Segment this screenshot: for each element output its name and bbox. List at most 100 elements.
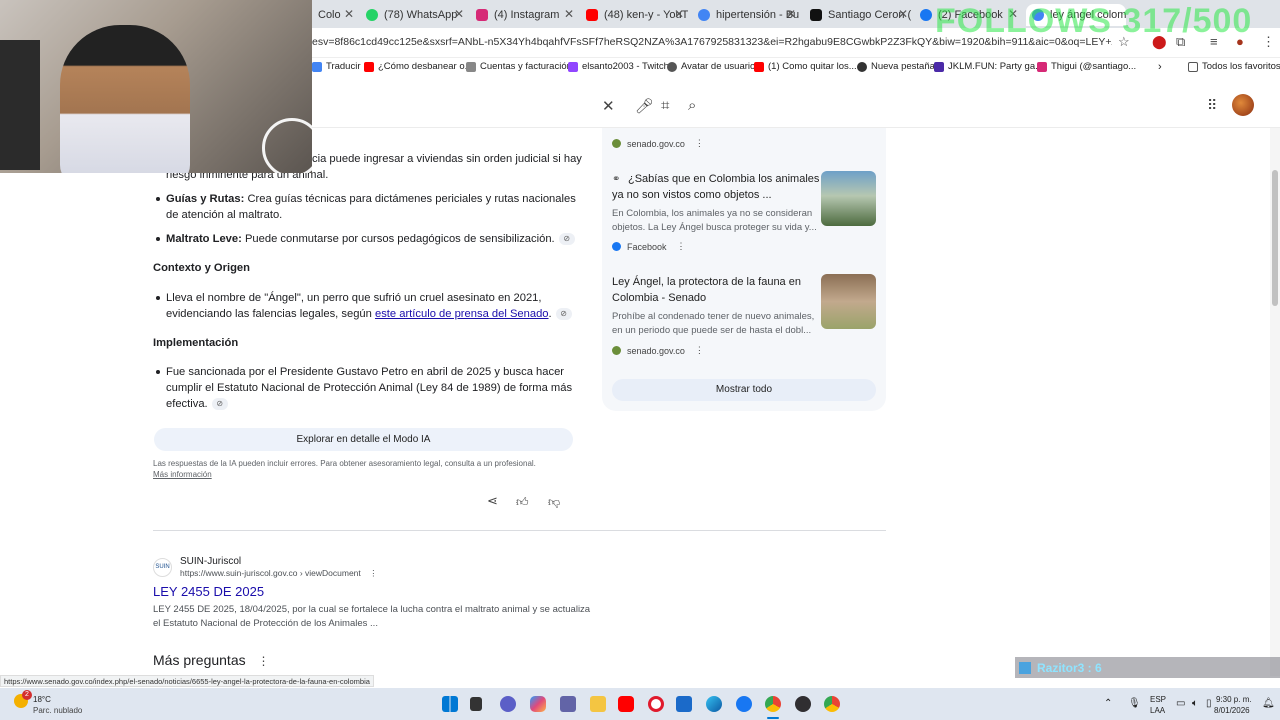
search-icon[interactable]: ⌕ (688, 97, 696, 114)
source-site-facebook[interactable]: Facebook ⋮ (612, 241, 686, 252)
microphone-icon[interactable]: 🎙︎ (1128, 698, 1141, 709)
youtube-icon[interactable] (618, 696, 634, 712)
link-chip-icon[interactable]: ⊘ (555, 308, 572, 321)
more-options-icon[interactable]: ⋮ (695, 345, 704, 356)
result-site-name[interactable]: SUIN-Juriscol (180, 555, 241, 568)
twitch-icon (568, 61, 578, 72)
thumbs-up-icon[interactable]: 👍︎ (516, 494, 529, 510)
file-explorer-icon[interactable] (590, 696, 606, 712)
clock-date[interactable]: 8/01/2026 (1214, 706, 1250, 715)
google-icon (698, 9, 710, 21)
network-icon[interactable]: ▭ (1176, 698, 1185, 709)
webcam-poster (0, 40, 40, 170)
task-view-icon[interactable] (470, 697, 482, 711)
source-title[interactable]: Ley Ángel, la protectora de la fauna en (612, 274, 801, 290)
more-options-icon[interactable]: ⋮ (369, 568, 378, 578)
more-options-icon[interactable]: ⋮ (695, 138, 704, 149)
bookmark-avatar[interactable]: Avatar de usuario (667, 61, 755, 72)
tab-close-icon[interactable]: ✕ (454, 7, 464, 21)
windows-taskbar: 2 18°C Parc. nublado ⌃ 🎙︎ ESP LAA ▭ 🔈︎ ▯… (0, 688, 1280, 720)
source-title[interactable]: ¿Sabías que en Colombia los animales (628, 171, 819, 187)
explore-ai-mode-button[interactable]: Explorar en detalle el Modo IA (154, 428, 573, 451)
tab-0[interactable]: Colo ✕ (312, 4, 358, 26)
scrollbar-thumb[interactable] (1272, 170, 1278, 306)
link-chip-icon[interactable]: ⊘ (558, 233, 575, 246)
tab-close-icon[interactable]: ✕ (674, 7, 684, 21)
source-title[interactable]: ya no son vistos como objetos ... (612, 187, 772, 203)
more-options-icon[interactable]: ⋮ (677, 241, 686, 252)
tab-close-icon[interactable]: ✕ (344, 7, 354, 21)
result-snippet: el Estatuto Nacional de Protección de lo… (153, 618, 378, 629)
follows-goal-overlay: FOLLOWS 317/500 (935, 2, 1253, 40)
weather-widget[interactable]: 2 18°C Parc. nublado (12, 690, 102, 716)
tab-whatsapp[interactable]: (78) WhatsApp ✕ (360, 4, 468, 26)
facebook-icon[interactable] (736, 696, 752, 712)
tab-close-icon[interactable]: ✕ (898, 7, 908, 21)
all-bookmarks[interactable]: Todos los favoritos (1188, 61, 1280, 72)
section-heading-contexto: Contexto y Origen (153, 262, 250, 274)
menu-icon[interactable]: ⋮ (1262, 34, 1275, 50)
link-chip-icon[interactable]: ⊘ (211, 398, 228, 411)
volume-icon[interactable]: 🔈︎ (1192, 698, 1198, 709)
microphone-icon[interactable]: 🎤︎ (635, 97, 654, 115)
chrome-icon[interactable] (765, 696, 781, 712)
source-snippet: Prohíbe al condenado tener de nuevo anim… (612, 311, 815, 322)
apps-grid-icon[interactable]: ⠿ (1207, 97, 1217, 114)
more-options-icon[interactable]: ⋮ (258, 654, 270, 668)
source-site-top[interactable]: senado.gov.co ⋮ (612, 138, 704, 149)
battery-icon[interactable]: ▯ (1206, 698, 1212, 709)
bullet-dot (156, 296, 160, 300)
lens-camera-icon[interactable]: ⌗ (661, 97, 669, 114)
bookmark-thigui[interactable]: Thigui (@santiago... (1037, 61, 1136, 72)
source-snippet: En Colombia, los animales ya no se consi… (612, 208, 813, 219)
bookmark-quitar[interactable]: (1) Como quitar los... (754, 61, 857, 72)
obs-icon[interactable] (795, 696, 811, 712)
clear-search-icon[interactable]: ✕ (602, 97, 615, 115)
tab-close-icon[interactable]: ✕ (786, 7, 796, 21)
senado-article-link[interactable]: este artículo de prensa del Senado (375, 308, 549, 320)
bookmark-nueva-pestana[interactable]: Nueva pestaña (857, 61, 935, 72)
clock-time[interactable]: 9:30 p. m. (1216, 695, 1252, 704)
tab-tiktok[interactable]: Santiago Ceron ( ✕ (804, 4, 912, 26)
more-questions-heading: Más preguntas ⋮ (153, 652, 270, 668)
divider (153, 530, 886, 531)
bookmark-cuentas[interactable]: Cuentas y facturación (466, 61, 572, 72)
senado-icon (612, 139, 621, 148)
tab-instagram[interactable]: (4) Instagram ✕ (470, 4, 578, 26)
ai-text-line: de atención al maltrato. (166, 209, 283, 221)
source-thumbnail[interactable] (821, 274, 876, 329)
bookmark-traducir[interactable]: Traducir (312, 61, 361, 72)
result-site-url[interactable]: https://www.suin-juriscol.gov.co › viewD… (180, 568, 378, 579)
more-info-link[interactable]: Más información (153, 469, 212, 481)
edge-icon[interactable] (706, 696, 722, 712)
show-all-button[interactable]: Mostrar todo (612, 379, 876, 401)
scrollbar-track[interactable] (1270, 128, 1280, 676)
source-thumbnail[interactable] (821, 171, 876, 226)
tab-close-icon[interactable]: ✕ (564, 7, 574, 21)
jklm-icon (934, 61, 944, 72)
chevron-right-icon[interactable]: › (1158, 61, 1162, 73)
store-icon[interactable] (676, 696, 692, 712)
chevron-up-icon[interactable]: ⌃ (1104, 698, 1112, 709)
windows-start-icon[interactable] (442, 696, 458, 712)
result-title-link[interactable]: LEY 2455 DE 2025 (153, 583, 264, 600)
chat-icon[interactable] (500, 696, 516, 712)
status-bar-url: https://www.senado.gov.co/index.php/el-s… (0, 675, 374, 687)
bookmark-jklm[interactable]: JKLM.FUN: Party ga... (934, 61, 1043, 72)
notifications-icon[interactable]: 🔔︎ (1262, 698, 1275, 709)
teams-icon[interactable] (560, 696, 576, 712)
thumbs-down-icon[interactable]: 👎︎ (548, 494, 560, 510)
bookmark-desbanear[interactable]: ¿Cómo desbanear o... (364, 61, 473, 72)
copilot-icon[interactable] (530, 696, 546, 712)
chrome-profile-icon[interactable] (824, 696, 840, 712)
avatar[interactable] (1232, 94, 1254, 116)
bookmark-twitch[interactable]: elsanto2003 - Twitch (568, 61, 669, 72)
source-title[interactable]: Colombia - Senado (612, 290, 706, 306)
tab-youtube[interactable]: (48) ken-y - YouT ✕ (580, 4, 688, 26)
source-site-senado[interactable]: senado.gov.co ⋮ (612, 345, 704, 356)
ai-bullet-guias: Guías y Rutas: Crea guías técnicas para … (166, 191, 576, 207)
guias-text: Crea guías técnicas para dictámenes peri… (244, 193, 576, 205)
share-icon[interactable]: ⋖ (487, 493, 498, 509)
opera-icon[interactable] (648, 696, 664, 712)
tab-google-hipertension[interactable]: hipertensión - Bu ✕ (692, 4, 800, 26)
